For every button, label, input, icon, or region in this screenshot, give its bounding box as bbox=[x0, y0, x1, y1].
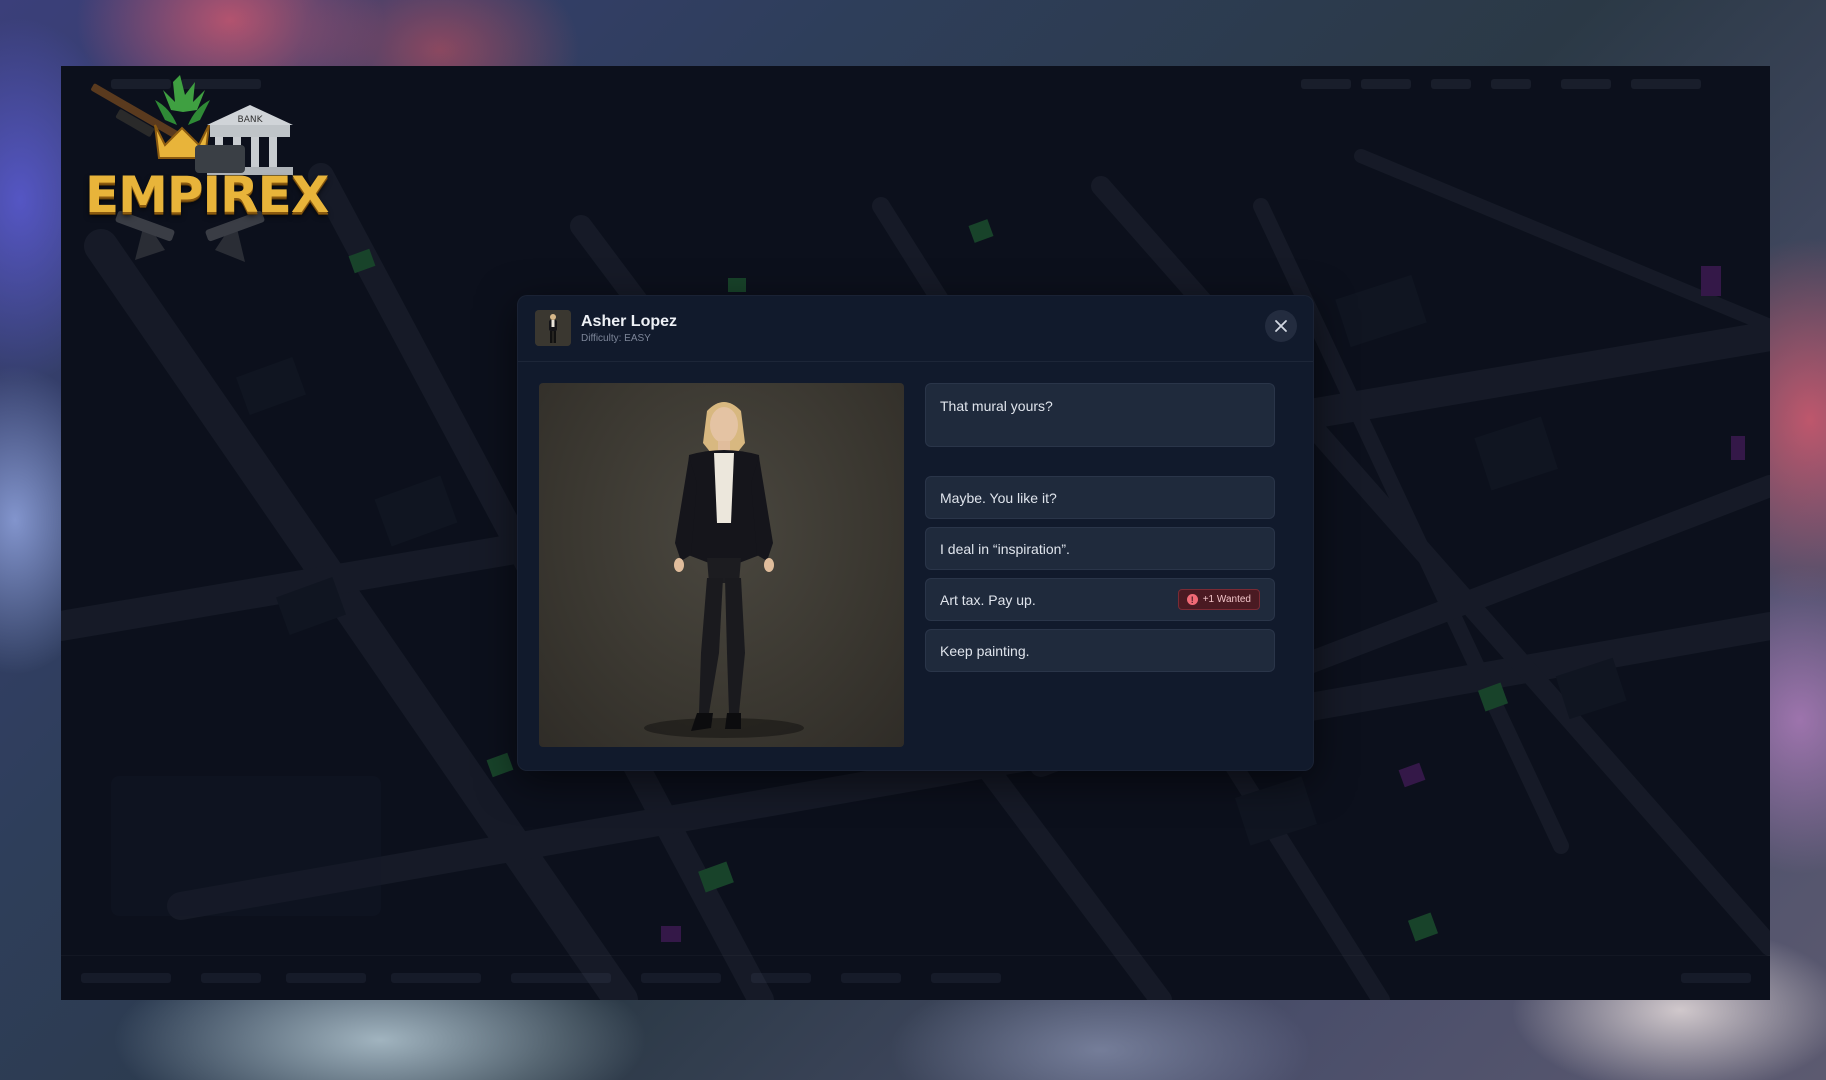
side-panel bbox=[111, 776, 381, 916]
dialogue-option-label: Art tax. Pay up. bbox=[940, 591, 1036, 608]
difficulty-label: Difficulty: EASY bbox=[581, 333, 651, 344]
dialog-header: Asher Lopez Difficulty: EASY bbox=[518, 296, 1313, 362]
dialogue-option-label: Maybe. You like it? bbox=[940, 489, 1057, 506]
npc-dialogue-line: That mural yours? bbox=[925, 383, 1275, 447]
empirex-logo: BANK EMPIREX bbox=[85, 70, 329, 270]
wanted-badge: ! +1 Wanted bbox=[1177, 589, 1260, 610]
character-avatar bbox=[535, 310, 571, 346]
dialogue-option-label: Keep painting. bbox=[940, 642, 1030, 659]
logo-wordmark: EMPIREX bbox=[85, 166, 329, 224]
dialogue-option-2[interactable]: I deal in “inspiration”. bbox=[925, 527, 1275, 570]
dialogue-option-label: I deal in “inspiration”. bbox=[940, 540, 1070, 557]
bottom-bar bbox=[61, 955, 1770, 1000]
wanted-badge-label: +1 Wanted bbox=[1202, 594, 1251, 605]
dialogue-option-4[interactable]: Keep painting. bbox=[925, 629, 1275, 672]
dialogue-option-3[interactable]: Art tax. Pay up. ! +1 Wanted bbox=[925, 578, 1275, 621]
top-bar bbox=[61, 66, 1770, 102]
dialogue-option-1[interactable]: Maybe. You like it? bbox=[925, 476, 1275, 519]
character-dialog: Asher Lopez Difficulty: EASY That mural … bbox=[517, 295, 1314, 771]
character-figure bbox=[644, 402, 804, 738]
character-thumbnail bbox=[535, 310, 571, 346]
bank-sign: BANK bbox=[238, 115, 264, 125]
character-portrait bbox=[539, 383, 904, 747]
close-button[interactable] bbox=[1265, 310, 1297, 342]
alert-icon: ! bbox=[1186, 594, 1198, 605]
close-icon bbox=[1275, 320, 1287, 332]
character-name: Asher Lopez bbox=[581, 313, 678, 330]
